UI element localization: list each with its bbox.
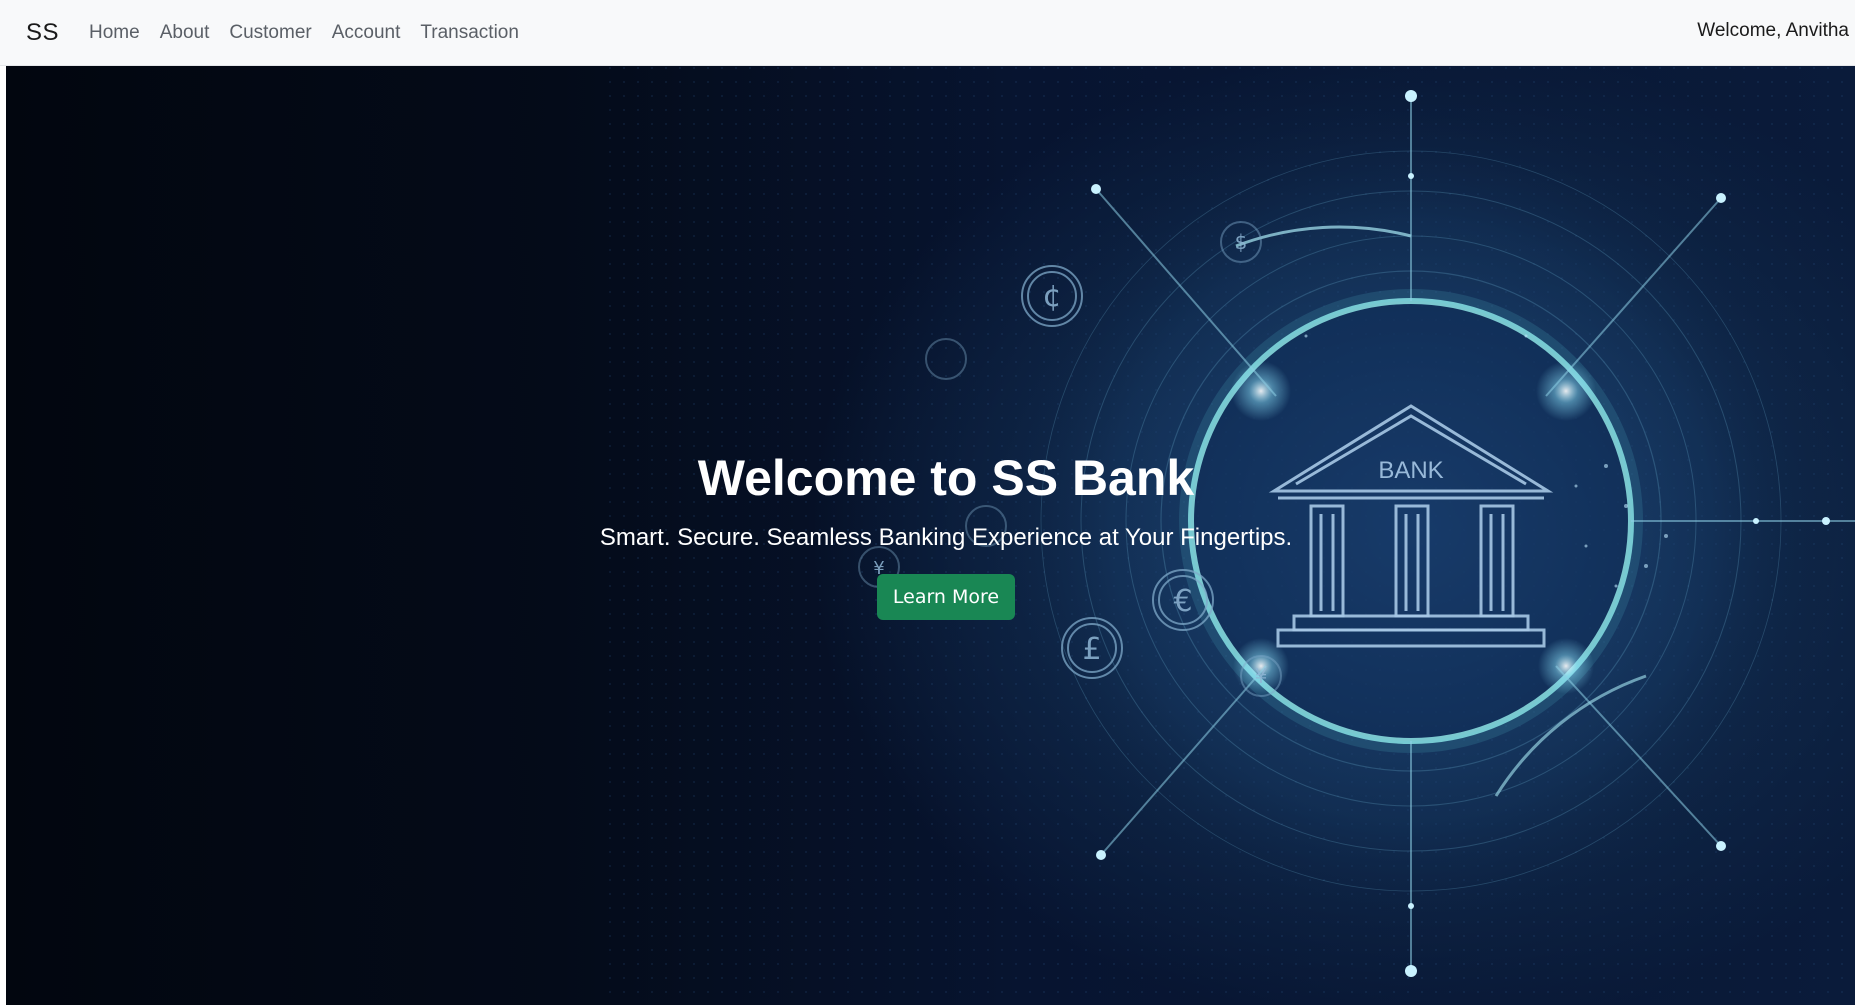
currency-symbol-dollar-1: $: [1235, 230, 1248, 254]
nav-link-account[interactable]: Account: [322, 22, 411, 44]
hero-title: Welcome to SS Bank: [697, 450, 1195, 506]
hero-subtitle: Smart. Secure. Seamless Banking Experien…: [599, 524, 1293, 551]
currency-symbol-pound: £: [1082, 632, 1101, 667]
top-navbar: SS Home About Customer Account Transacti…: [0, 0, 1855, 66]
brand-logo[interactable]: SS: [26, 19, 59, 47]
welcome-user-text: Welcome, Anvitha: [1697, 20, 1849, 41]
nav-link-home[interactable]: Home: [79, 22, 150, 44]
nav-link-about[interactable]: About: [150, 22, 220, 44]
currency-symbol-yen-1: ¥: [1255, 664, 1268, 688]
hero-banner: BANK $ ¢ € £ ¥ ¥ Welcome to SS Bank Smar…: [6, 66, 1855, 1005]
learn-more-button[interactable]: Learn More: [876, 574, 1016, 620]
nav-link-transaction[interactable]: Transaction: [410, 22, 529, 44]
nav-links: Home About Customer Account Transaction: [79, 22, 529, 44]
currency-symbol-cent: ¢: [1042, 279, 1061, 314]
hero-content: Welcome to SS Bank Smart. Secure. Seamle…: [6, 451, 1855, 620]
nav-link-customer[interactable]: Customer: [219, 22, 321, 44]
